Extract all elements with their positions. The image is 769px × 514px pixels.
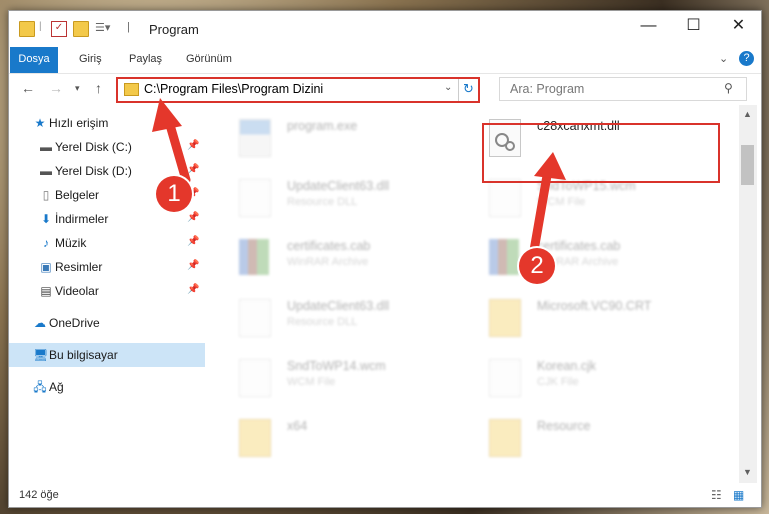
step-1-badge: 1 <box>156 176 192 212</box>
step-2-badge: 2 <box>519 248 555 284</box>
annotation-arrows <box>152 98 566 267</box>
